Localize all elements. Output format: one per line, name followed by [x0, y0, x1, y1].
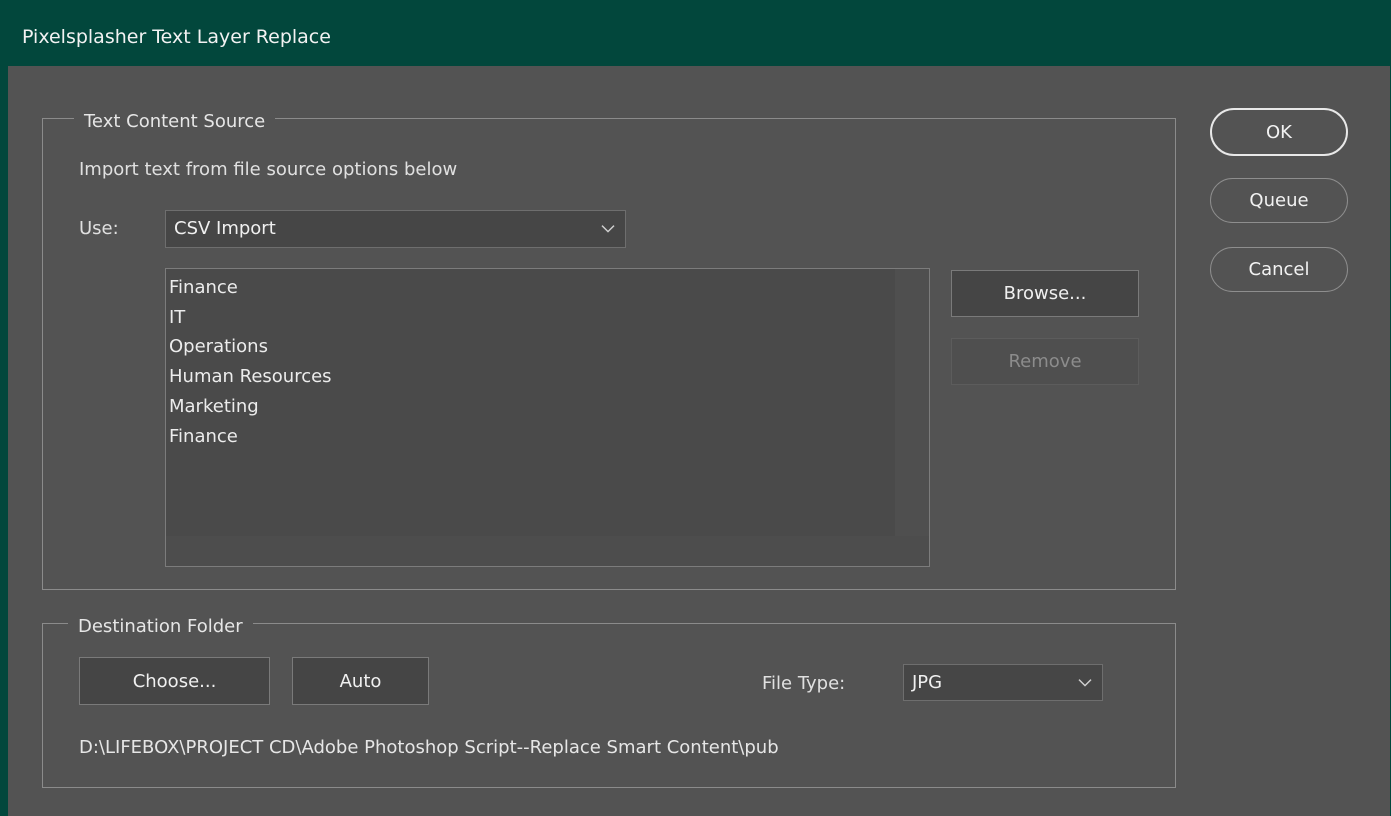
text-items-list[interactable]: Finance IT Operations Human Resources Ma…: [165, 268, 930, 567]
file-type-value: JPG: [912, 672, 943, 693]
destination-path: D:\LIFEBOX\PROJECT CD\Adobe Photoshop Sc…: [79, 737, 779, 758]
choose-label: Choose...: [132, 670, 217, 692]
text-items: Finance IT Operations Human Resources Ma…: [169, 273, 332, 451]
list-item[interactable]: Operations: [169, 332, 332, 362]
destination-folder-panel: [42, 623, 1176, 788]
ok-label: OK: [1266, 121, 1292, 143]
file-type-label: File Type:: [762, 673, 846, 694]
text-content-source-legend: Text Content Source: [74, 111, 276, 133]
list-item[interactable]: Finance: [169, 422, 332, 452]
list-item[interactable]: IT: [169, 303, 332, 333]
file-type-select[interactable]: JPG: [903, 664, 1103, 701]
list-item[interactable]: Marketing: [169, 392, 332, 422]
queue-button[interactable]: Queue: [1210, 178, 1348, 223]
browse-label: Browse...: [1003, 283, 1087, 304]
remove-button[interactable]: Remove: [951, 338, 1139, 385]
chevron-down-icon: [1078, 678, 1092, 687]
import-instruction: Import text from file source options bel…: [79, 159, 458, 180]
auto-folder-button[interactable]: Auto: [292, 657, 429, 705]
window-title: Pixelsplasher Text Layer Replace: [22, 26, 331, 48]
browse-button[interactable]: Browse...: [951, 270, 1139, 317]
cancel-button[interactable]: Cancel: [1210, 247, 1348, 292]
destination-folder-legend: Destination Folder: [68, 616, 253, 638]
use-source-value: CSV Import: [174, 218, 276, 239]
remove-label: Remove: [1008, 351, 1082, 372]
list-item[interactable]: Human Resources: [169, 362, 332, 392]
choose-folder-button[interactable]: Choose...: [79, 657, 270, 705]
list-item[interactable]: Finance: [169, 273, 332, 303]
title-bar: Pixelsplasher Text Layer Replace: [0, 0, 1391, 66]
auto-label: Auto: [339, 670, 382, 692]
use-label: Use:: [79, 218, 119, 239]
ok-button[interactable]: OK: [1210, 108, 1348, 156]
queue-label: Queue: [1249, 190, 1309, 211]
chevron-down-icon: [601, 225, 615, 233]
use-source-select[interactable]: CSV Import: [165, 210, 626, 248]
list-vertical-scrollbar[interactable]: [895, 269, 929, 566]
cancel-label: Cancel: [1248, 259, 1310, 280]
list-horizontal-scrollbar[interactable]: [166, 536, 929, 566]
